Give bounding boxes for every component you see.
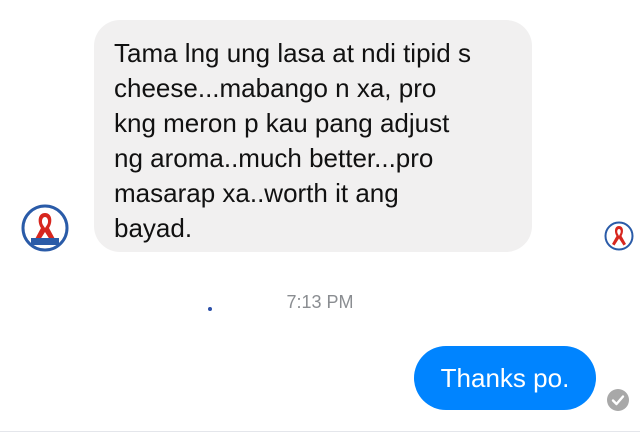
red-ribbon-logo-icon (604, 221, 634, 251)
bottom-divider (0, 431, 640, 432)
decorative-dot (208, 307, 212, 311)
incoming-message-bubble[interactable]: Tama lng ung lasa at ndi tipid s cheese.… (94, 20, 532, 252)
message-timestamp: 7:13 PM (286, 292, 354, 312)
read-receipt-avatar (604, 221, 634, 251)
red-ribbon-logo-icon (21, 204, 69, 252)
check-circle-icon (606, 388, 630, 412)
outgoing-message-bubble[interactable]: Thanks po. (414, 346, 596, 410)
sender-avatar[interactable] (21, 204, 69, 252)
